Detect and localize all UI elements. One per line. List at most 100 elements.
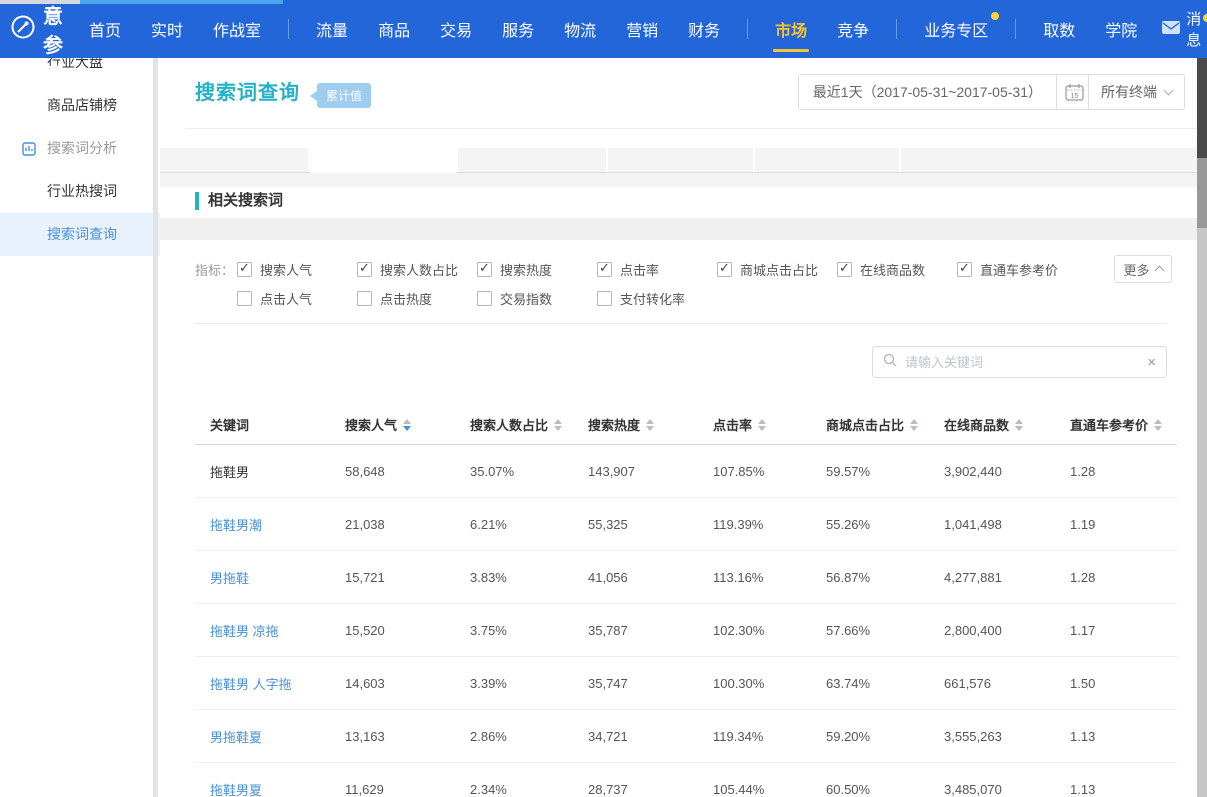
search-user-ratio-cell: 3.39%	[470, 676, 588, 691]
nav-item[interactable]: 学院	[1090, 0, 1152, 58]
metric-checkbox[interactable]: 点击率	[597, 260, 717, 279]
checkbox-icon[interactable]	[477, 262, 492, 277]
search-user-ratio-cell: 6.21%	[470, 517, 588, 532]
calendar-button[interactable]: 15	[1056, 75, 1092, 109]
table-column-header[interactable]: 点击率	[713, 415, 826, 434]
nav-item-label: 营销	[626, 17, 658, 41]
table-column-header[interactable]: 关键词	[195, 415, 345, 434]
mall-click-ratio-cell: 63.74%	[826, 676, 944, 691]
table-row: 男拖鞋 15,721 3.83% 41,056 113.16% 56.87% 4…	[195, 551, 1177, 604]
checkbox-icon[interactable]	[477, 291, 492, 306]
table-column-header[interactable]: 直通车参考价	[1070, 415, 1177, 434]
sidebar-item[interactable]: 行业热搜词	[0, 170, 160, 213]
sort-icon[interactable]	[1154, 419, 1162, 431]
brand[interactable]: 生意参谋	[0, 0, 64, 87]
nav-item[interactable]: 商品	[363, 0, 425, 58]
metric-checkbox[interactable]: 商城点击占比	[717, 260, 837, 279]
sidebar-item-label: 搜索词查询	[47, 226, 117, 242]
keyword-cell[interactable]: 拖鞋男 凉拖	[210, 624, 279, 639]
nav-divider	[288, 19, 289, 39]
nav-divider	[747, 19, 748, 39]
checkbox-icon[interactable]	[357, 291, 372, 306]
sort-icon[interactable]	[1015, 419, 1023, 431]
nav-item[interactable]: 交易	[425, 0, 487, 58]
nav-item[interactable]: 营销	[611, 0, 673, 58]
nav-item[interactable]: 取数	[1028, 0, 1090, 58]
metric-checkbox[interactable]: 直通车参考价	[957, 260, 1077, 279]
content-tab[interactable]	[458, 148, 608, 172]
keyword-cell[interactable]: 男拖鞋	[210, 571, 249, 586]
scrollbar-thumb[interactable]	[1197, 58, 1207, 158]
nav-item[interactable]: 流量	[301, 0, 363, 58]
keyword-cell[interactable]: 拖鞋男潮	[210, 518, 262, 533]
more-button[interactable]: 更多	[1114, 255, 1172, 283]
nav-item[interactable]: 作战室	[198, 0, 276, 58]
checkbox-icon[interactable]	[357, 262, 372, 277]
top-loading-strip	[0, 0, 1207, 4]
sidebar-item[interactable]: 搜索词查询	[0, 213, 160, 256]
keyword-cell[interactable]: 拖鞋男	[210, 465, 249, 480]
table-row: 拖鞋男 凉拖 15,520 3.75% 35,787 102.30% 57.66…	[195, 604, 1177, 657]
date-range-picker[interactable]: 最近1天（2017-05-31~2017-05-31） 15	[798, 74, 1093, 110]
nav-item[interactable]: 竞争	[822, 0, 884, 58]
nav-item-label: 交易	[440, 17, 472, 41]
metric-checkbox[interactable]: 搜索热度	[477, 260, 597, 279]
ztc-reference-price-cell: 1.50	[1070, 676, 1177, 691]
brand-name: 生意参谋	[43, 0, 64, 87]
table-column-header[interactable]: 商城点击占比	[826, 415, 944, 434]
metric-checkbox[interactable]: 交易指数	[477, 289, 597, 308]
metric-checkbox[interactable]: 点击人气	[237, 289, 357, 308]
table-column-header[interactable]: 在线商品数	[944, 415, 1070, 434]
date-range-label: 最近1天（2017-05-31~2017-05-31）	[799, 75, 1056, 109]
content-tab-active[interactable]	[310, 148, 458, 172]
content-tab[interactable]	[608, 148, 755, 172]
sort-icon[interactable]	[758, 419, 766, 431]
metric-checkbox[interactable]: 搜索人气	[237, 260, 357, 279]
terminal-dropdown[interactable]: 所有终端	[1088, 74, 1185, 110]
content-tab[interactable]	[160, 148, 310, 172]
search-input[interactable]	[905, 355, 1139, 370]
metric-checkbox[interactable]: 点击热度	[357, 289, 477, 308]
checkbox-icon[interactable]	[237, 262, 252, 277]
search-user-ratio-cell: 2.34%	[470, 782, 588, 797]
metric-checkbox[interactable]: 支付转化率	[597, 289, 717, 308]
keyword-cell[interactable]: 拖鞋男 人字拖	[210, 677, 292, 692]
content-tab[interactable]	[901, 148, 1197, 172]
search-heat-cell: 35,747	[588, 676, 713, 691]
metric-checkbox[interactable]: 搜索人数占比	[357, 260, 477, 279]
sort-icon[interactable]	[646, 419, 654, 431]
nav-item-label: 业务专区	[924, 17, 988, 41]
sort-icon[interactable]	[910, 419, 918, 431]
metric-checkbox[interactable]: 在线商品数	[837, 260, 957, 279]
table-column-header[interactable]: 搜索人数占比	[470, 415, 588, 434]
keyword-cell[interactable]: 男拖鞋夏	[210, 730, 262, 745]
checkbox-icon[interactable]	[957, 262, 972, 277]
checkbox-icon[interactable]	[597, 291, 612, 306]
sort-icon[interactable]	[554, 419, 562, 431]
sort-icon[interactable]	[403, 419, 411, 431]
sidebar-item[interactable]: 搜索词分析	[0, 127, 160, 170]
nav-item[interactable]: 业务专区	[909, 0, 1003, 58]
keyword-cell[interactable]: 拖鞋男夏	[210, 783, 262, 797]
search-terms-table: 关键词 搜索人气 搜索人数占比 搜索热度	[195, 405, 1177, 797]
messages-button[interactable]: 消息	[1152, 0, 1207, 58]
nav-item[interactable]: 物流	[549, 0, 611, 58]
sidebar-item[interactable]: 商品店铺榜	[0, 84, 160, 127]
checkbox-icon[interactable]	[837, 262, 852, 277]
page-title: 搜索词查询	[195, 76, 300, 105]
nav-item[interactable]: 服务	[487, 0, 549, 58]
sidebar-scrollbar[interactable]	[153, 58, 158, 797]
nav-item[interactable]: 财务	[673, 0, 735, 58]
content-tab[interactable]	[755, 148, 901, 172]
nav-item[interactable]: 市场	[760, 0, 822, 58]
table-column-header[interactable]: 搜索热度	[588, 415, 713, 434]
gray-band	[160, 218, 1197, 240]
nav-item[interactable]: 首页	[74, 0, 136, 58]
checkbox-icon[interactable]	[237, 291, 252, 306]
nav-item[interactable]: 实时	[136, 0, 198, 58]
table-column-header[interactable]: 搜索人气	[345, 415, 470, 434]
clear-search-icon[interactable]: ×	[1147, 355, 1156, 370]
checkbox-icon[interactable]	[717, 262, 732, 277]
vertical-scrollbar[interactable]	[1197, 58, 1207, 797]
checkbox-icon[interactable]	[597, 262, 612, 277]
